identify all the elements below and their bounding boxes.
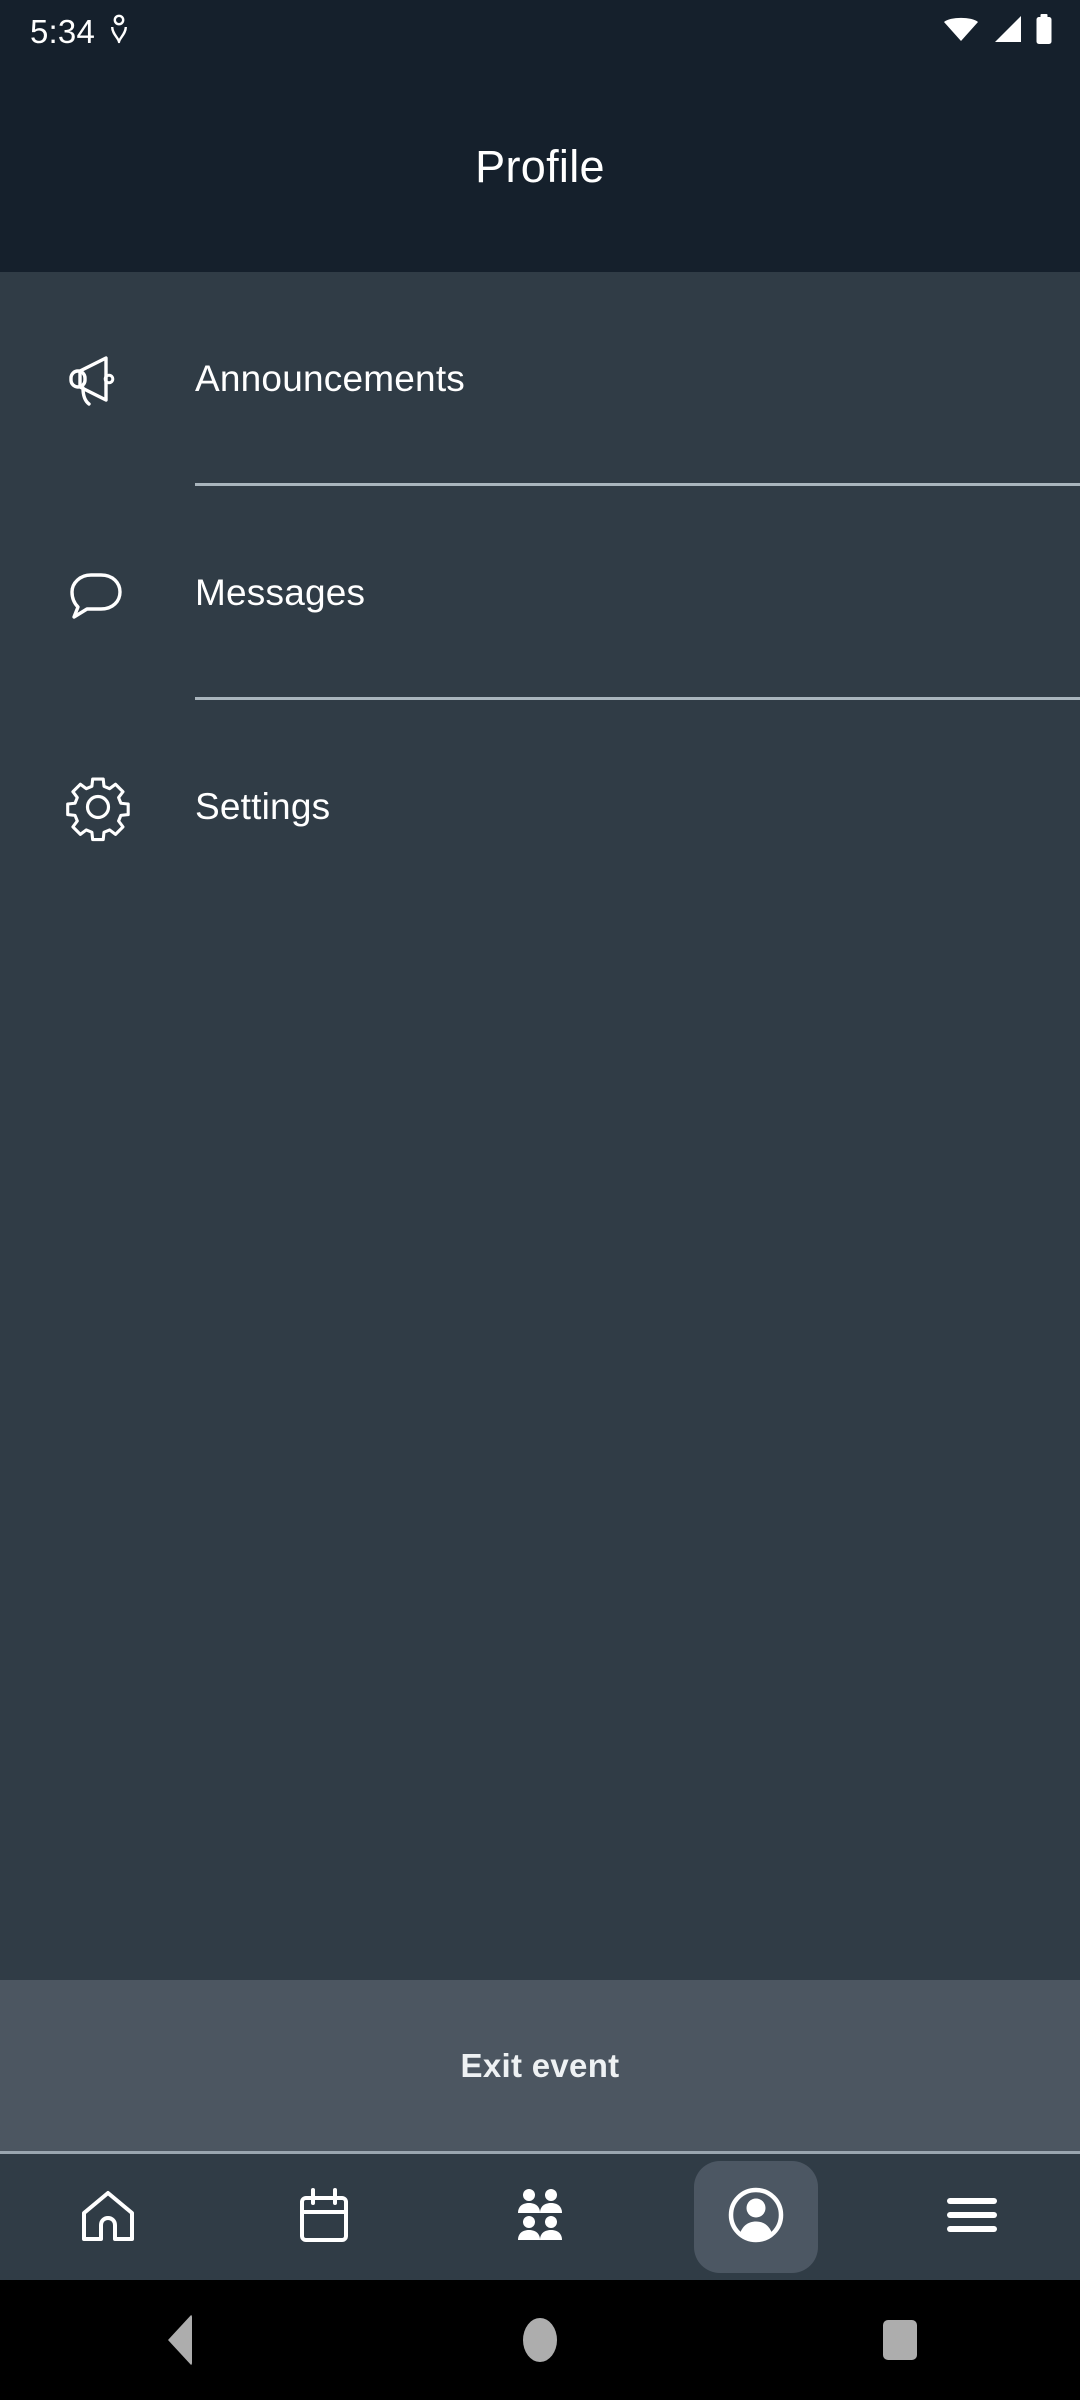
hamburger-menu-icon [945,2193,999,2242]
battery-icon [1034,13,1054,50]
gear-icon [0,772,195,842]
calendar-icon [295,2186,353,2249]
android-home-button[interactable] [360,2318,720,2362]
nav-item-more[interactable] [864,2154,1080,2280]
status-bar-clock: 5:34 [30,12,96,50]
nav-item-schedule[interactable] [216,2154,432,2280]
person-circle-icon [725,2184,787,2251]
people-group-icon [511,2186,569,2249]
android-system-navigation [0,2280,1080,2400]
home-icon [78,2185,138,2250]
menu-item-announcements[interactable]: Announcements [0,272,1080,486]
menu-item-label: Announcements [195,358,466,399]
menu-empty-space [0,914,1080,1980]
status-bar-right [942,13,1054,50]
profile-menu-list: Announcements Messages Settings [0,272,1080,1980]
exit-event-label: Exit event [460,2046,620,2084]
status-bar-left: 5:34 [30,14,129,49]
status-bar: 5:34 [0,0,1080,62]
megaphone-icon [0,344,195,414]
phone-screen: 5:34 Profile Announcements Messages Sett… [0,0,1080,2400]
menu-item-settings[interactable]: Settings [0,700,1080,914]
page-title: Profile [475,141,605,192]
nav-item-home[interactable] [0,2154,216,2280]
bottom-navigation-bar [0,2154,1080,2280]
cellular-signal-icon [991,14,1023,49]
nav-item-attendees[interactable] [432,2154,648,2280]
nav-item-profile[interactable] [648,2154,864,2280]
recents-square-icon [883,2320,917,2360]
menu-item-messages[interactable]: Messages [0,486,1080,700]
home-pill-icon [523,2318,557,2362]
back-triangle-icon [168,2314,192,2366]
location-icon [109,14,129,49]
exit-event-button[interactable]: Exit event [0,1980,1080,2154]
wifi-icon [942,14,980,49]
menu-item-label: Settings [195,786,331,827]
android-back-button[interactable] [0,2314,360,2366]
android-recents-button[interactable] [720,2320,1080,2360]
menu-item-label: Messages [195,572,366,613]
chat-bubble-icon [0,558,195,628]
app-header: Profile [0,62,1080,272]
